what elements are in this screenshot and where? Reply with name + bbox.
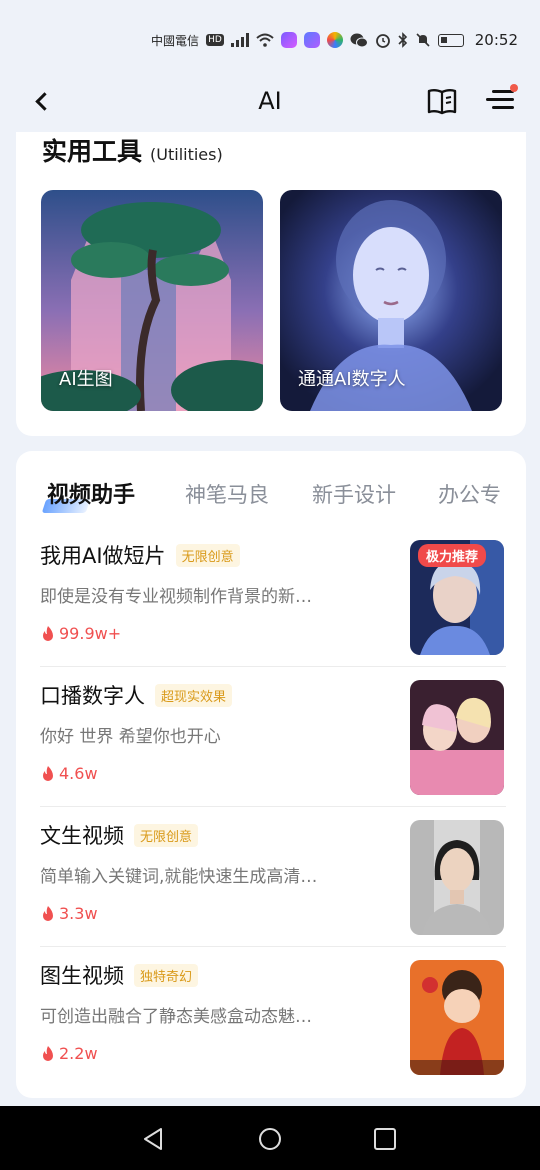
tab-beginner-design[interactable]: 新手设计	[312, 479, 396, 509]
list-item[interactable]: 我用AI做短片 无限创意 即使是没有专业视频制作背景的新… 99.9w+ 极力推…	[40, 540, 506, 658]
item-title: 口播数字人	[40, 684, 145, 708]
item-title: 我用AI做短片	[40, 544, 166, 568]
signal-icon	[230, 33, 249, 47]
hd-icon: HD	[206, 34, 224, 46]
item-description: 即使是没有专业视频制作背景的新…	[40, 587, 312, 607]
tile-label: AI生图	[59, 369, 113, 390]
item-popularity: 99.9w+	[40, 624, 121, 643]
thumbnail-image	[410, 960, 504, 1075]
item-thumbnail	[410, 960, 504, 1075]
item-popularity: 4.6w	[40, 764, 98, 783]
thumbnail-image	[410, 680, 504, 795]
section-title: 实用工具	[42, 137, 143, 166]
item-badge: 无限创意	[175, 543, 240, 567]
fire-icon	[43, 765, 53, 781]
back-triangle-icon[interactable]	[141, 1126, 167, 1152]
wechat-icon	[350, 33, 368, 47]
tab-video-assistant[interactable]: 视频助手	[47, 477, 135, 509]
tool-tile-ai-image[interactable]: AI生图	[41, 190, 263, 411]
popularity-count: 2.2w	[59, 1044, 98, 1063]
list-item[interactable]: 文生视频 无限创意 简单输入关键词,就能快速生成高清… 3.3w	[40, 820, 506, 938]
carrier-label: 中國電信	[151, 33, 200, 48]
home-circle-icon[interactable]	[257, 1126, 283, 1152]
system-nav-bar	[0, 1106, 540, 1170]
clock: 20:52	[474, 31, 518, 49]
video-assistant-card: 视频助手 神笔马良 新手设计 办公专 我用AI做短片 无限创意 即使是没有专业视…	[16, 451, 526, 1098]
recents-square-icon[interactable]	[372, 1126, 398, 1152]
book-icon[interactable]	[426, 86, 458, 116]
item-thumbnail	[410, 820, 504, 935]
popularity-count: 4.6w	[59, 764, 98, 783]
popularity-count: 3.3w	[59, 904, 98, 923]
status-bar: 中國電信 HD 20:52	[0, 0, 540, 70]
divider	[40, 806, 506, 807]
back-arrow-icon	[34, 91, 54, 111]
notification-dot	[510, 84, 518, 92]
fire-icon	[43, 625, 53, 641]
menu-button[interactable]	[484, 84, 518, 114]
item-popularity: 3.3w	[40, 904, 98, 923]
item-badge: 超现实效果	[155, 683, 233, 707]
item-description: 你好 世界 希望你也开心	[40, 727, 221, 747]
divider	[40, 666, 506, 667]
item-thumbnail: 极力推荐	[410, 540, 504, 655]
item-badge: 独特奇幻	[134, 963, 199, 987]
list-item[interactable]: 口播数字人 超现实效果 你好 世界 希望你也开心 4.6w	[40, 680, 506, 798]
utilities-header: 实用工具 (Utilities)	[42, 132, 223, 168]
item-thumbnail	[410, 680, 504, 795]
divider	[40, 946, 506, 947]
tab-magic-brush[interactable]: 神笔马良	[185, 479, 269, 509]
fire-icon	[43, 1045, 53, 1061]
tile-label: 通通AI数字人	[298, 369, 406, 390]
utilities-card: 实用工具 (Utilities) AI生图 通通AI数字人	[16, 132, 526, 436]
item-popularity: 2.2w	[40, 1044, 98, 1063]
popularity-count: 99.9w+	[59, 624, 122, 643]
top-nav: AI	[0, 70, 540, 132]
page-title: AI	[258, 87, 282, 115]
alarm-icon	[375, 34, 390, 48]
back-button[interactable]	[26, 86, 56, 116]
wifi-icon	[256, 33, 274, 47]
tool-tile-digital-human[interactable]: 通通AI数字人	[280, 190, 502, 411]
category-tabs: 视频助手 神笔马良 新手设计 办公专	[16, 475, 526, 519]
item-badge: 无限创意	[134, 823, 199, 847]
item-title: 图生视频	[40, 964, 124, 988]
thumbnail-image	[410, 820, 504, 935]
section-subtitle: (Utilities)	[150, 145, 223, 164]
mute-bell-icon	[416, 33, 430, 47]
battery-icon	[437, 33, 464, 47]
list-item[interactable]: 图生视频 独特奇幻 可创造出融合了静态美感盒动态魅… 2.2w	[40, 960, 506, 1078]
bluetooth-icon	[398, 32, 407, 48]
app-notification-icon	[326, 32, 343, 48]
recommend-tag: 极力推荐	[418, 544, 487, 567]
item-description: 简单输入关键词,就能快速生成高清…	[40, 867, 318, 887]
item-description: 可创造出融合了静态美感盒动态魅…	[40, 1007, 312, 1027]
tab-office[interactable]: 办公专	[438, 479, 501, 509]
app-notification-icon	[303, 32, 320, 48]
fire-icon	[43, 905, 53, 921]
item-title: 文生视频	[40, 824, 124, 848]
app-notification-icon	[280, 32, 297, 48]
